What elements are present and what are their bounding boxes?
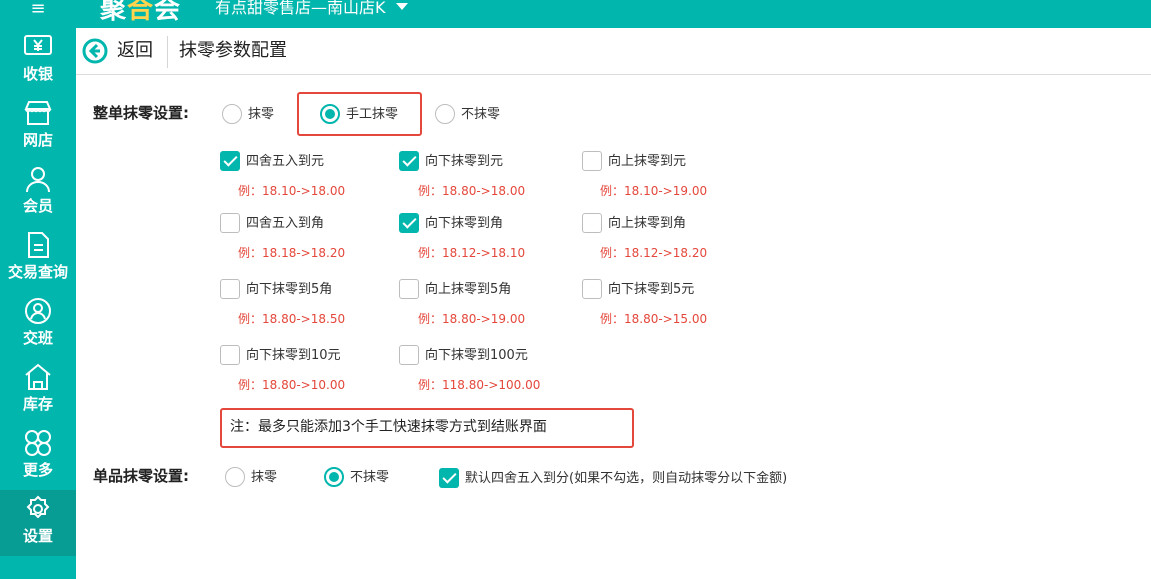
rule-example: 例：18.12->18.20	[600, 246, 708, 260]
rule-label: 四舍五入到角	[246, 216, 325, 231]
checkbox-box	[439, 468, 459, 488]
radio-label: 抹零	[251, 470, 278, 485]
checkbox-box	[399, 345, 419, 365]
sidebar-item-member[interactable]: 会员	[0, 160, 76, 226]
cashier-yen-icon	[24, 35, 52, 55]
radio-circle	[320, 104, 340, 124]
rule-example: 例：18.12->18.10	[418, 246, 526, 260]
radio-label: 不抹零	[461, 107, 501, 122]
rule-label: 向上抹零到元	[608, 154, 687, 169]
store-selector[interactable]: 有点甜零售店—南山店K	[215, 0, 408, 16]
gear-icon	[26, 495, 50, 519]
rule-label: 向上抹零到角	[608, 216, 687, 231]
more-clover-icon	[25, 430, 51, 456]
checkbox-box	[220, 151, 240, 171]
back-button[interactable]: 返回	[117, 40, 153, 62]
rule-label: 向下抹零到5元	[608, 282, 695, 297]
radio-circle	[324, 467, 344, 487]
single-item-label: 单品抹零设置:	[93, 467, 189, 485]
radio-circle	[222, 104, 242, 124]
rule-label: 四舍五入到元	[246, 154, 325, 169]
sidebar-item-more[interactable]: 更多	[0, 424, 76, 490]
shift-handover-icon	[25, 298, 51, 324]
rule-label: 向下抹零到5角	[246, 282, 333, 297]
page-header: 返回 抹零参数配置	[76, 28, 1151, 75]
shop-icon	[24, 101, 52, 125]
radio-label: 手工抹零	[346, 107, 399, 122]
menu-icon[interactable]: ≡	[0, 0, 76, 28]
rule-label: 向下抹零到10元	[246, 348, 341, 363]
rule-example: 例：18.80->15.00	[600, 312, 708, 326]
checkbox-box	[399, 213, 419, 233]
checkbox-box	[582, 279, 602, 299]
sidebar: 收银 网店 会员 交易查询 交班 库存 更多 设置	[0, 28, 76, 579]
sidebar-item-shop[interactable]: 网店	[0, 94, 76, 160]
header-divider	[167, 36, 168, 68]
sidebar-item-label: 会员	[22, 197, 53, 215]
sidebar-item-label: 网店	[22, 131, 53, 149]
max-shortcut-note: 注：最多只能添加3个手工快速抹零方式到结账界面	[230, 419, 547, 435]
member-person-icon	[26, 167, 50, 193]
sidebar-item-label: 库存	[22, 395, 53, 413]
sidebar-item-label: 交易查询	[7, 263, 68, 281]
back-arrow-icon[interactable]	[82, 38, 108, 64]
sidebar-item-label: 设置	[22, 527, 53, 545]
default-round-label: 默认四舍五入到分(如果不勾选，则自动抹零分以下金额)	[465, 471, 788, 486]
radio-label: 抹零	[248, 107, 275, 122]
rule-example: 例：18.10->18.00	[238, 184, 346, 198]
document-icon	[28, 232, 49, 258]
sidebar-item-inventory[interactable]: 库存	[0, 358, 76, 424]
sidebar-item-label: 更多	[22, 461, 53, 479]
sidebar-item-shift[interactable]: 交班	[0, 292, 76, 358]
rule-label: 向上抹零到5角	[425, 282, 512, 297]
rule-example: 例：18.18->18.20	[238, 246, 346, 260]
chevron-down-icon	[395, 3, 408, 10]
whole-order-label: 整单抹零设置:	[93, 104, 189, 122]
checkbox-box	[582, 151, 602, 171]
rule-example: 例：18.80->18.50	[238, 312, 346, 326]
radio-label: 不抹零	[350, 470, 390, 485]
store-name: 有点甜零售店—南山店K	[215, 0, 386, 17]
warehouse-icon	[25, 363, 51, 390]
checkbox-box	[399, 279, 419, 299]
sidebar-item-settings[interactable]: 设置	[0, 490, 76, 556]
rule-label: 向下抹零到元	[425, 154, 504, 169]
rule-example: 例：18.80->18.00	[418, 184, 526, 198]
app-logo: 聚合会	[100, 0, 182, 25]
sidebar-item-transactions[interactable]: 交易查询	[0, 226, 76, 292]
radio-circle	[225, 467, 245, 487]
checkbox-box	[220, 345, 240, 365]
rule-label: 向下抹零到角	[425, 216, 504, 231]
checkbox-box	[582, 213, 602, 233]
sidebar-item-label: 收银	[22, 65, 53, 83]
checkbox-box	[399, 151, 419, 171]
top-bar: ≡ 聚合会 有点甜零售店—南山店K	[0, 0, 1151, 28]
rule-label: 向下抹零到100元	[425, 348, 528, 363]
rule-example: 例：18.80->10.00	[238, 378, 346, 392]
checkbox-box	[220, 213, 240, 233]
sidebar-item-cashier[interactable]: 收银	[0, 28, 76, 94]
rule-example: 例：18.10->19.00	[600, 184, 708, 198]
sidebar-item-label: 交班	[22, 329, 53, 347]
rule-example: 例：118.80->100.00	[418, 378, 541, 392]
radio-circle	[435, 104, 455, 124]
page-title: 抹零参数配置	[179, 40, 287, 61]
rule-example: 例：18.80->19.00	[418, 312, 526, 326]
checkbox-box	[220, 279, 240, 299]
